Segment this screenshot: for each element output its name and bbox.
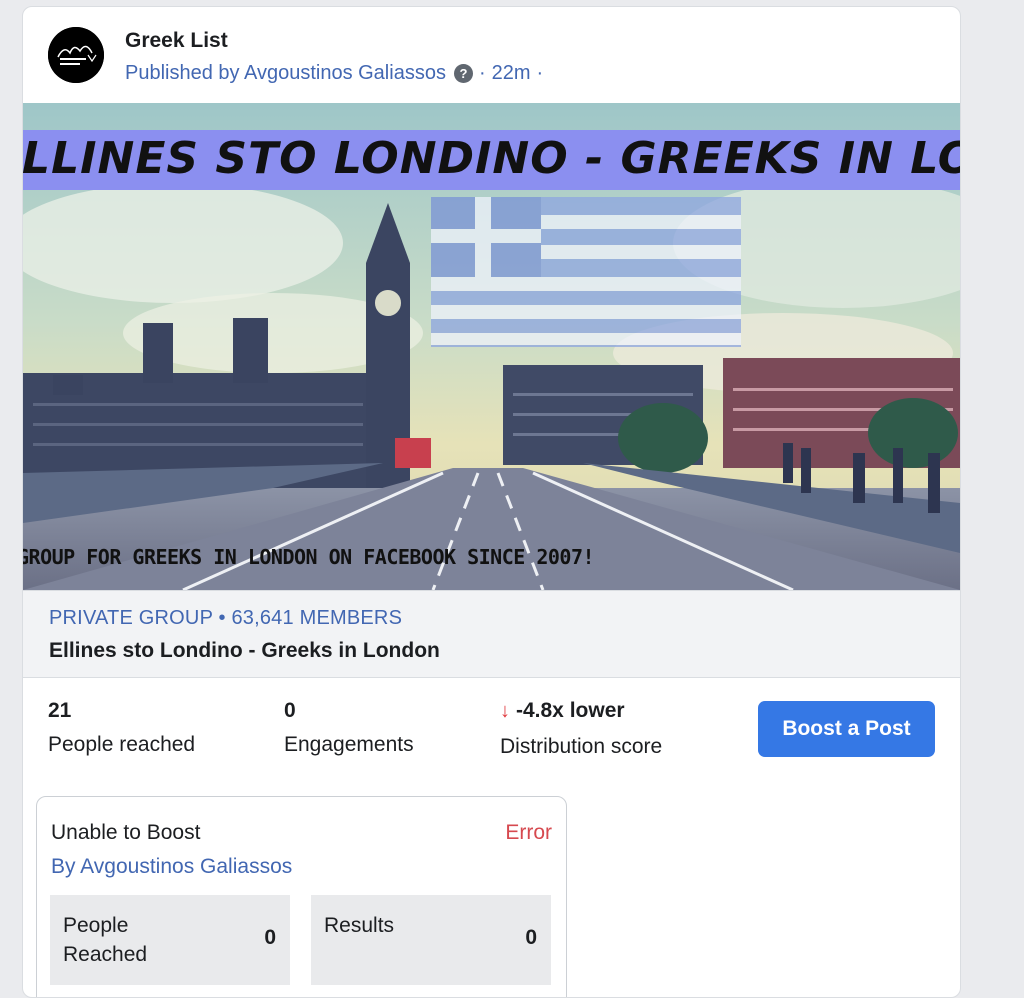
stat-distribution: ↓ -4.8x lower Distribution score xyxy=(500,699,662,759)
stat-people-reached: 21 People reached xyxy=(48,699,195,757)
link-preview[interactable]: PRIVATE GROUP • 63,641 MEMBERS Ellines s… xyxy=(23,590,960,678)
group-info: PRIVATE GROUP • 63,641 MEMBERS xyxy=(49,607,403,629)
people-reached-value: 21 xyxy=(48,699,72,722)
banner-caption: GROUP FOR GREEKS IN LONDON ON FACEBOOK S… xyxy=(23,545,595,569)
results-metric: Results 0 xyxy=(311,895,551,985)
banner-title: ELLINES STO LONDINO - GREEKS IN LONDON xyxy=(23,133,960,184)
metric-results-label: Results xyxy=(324,914,395,937)
banner-image[interactable]: ELLINES STO LONDINO - GREEKS IN LONDON G… xyxy=(23,103,960,590)
distribution-label: Distribution score xyxy=(500,735,663,758)
meta-separator-2: · xyxy=(536,62,544,84)
post-header: Greek List Published by Avgoustinos Gali… xyxy=(23,7,960,103)
page-name[interactable]: Greek List xyxy=(125,29,228,53)
arrow-down-icon: ↓ xyxy=(500,700,510,722)
post-meta: Published by Avgoustinos Galiassos ? · 2… xyxy=(125,62,543,85)
page-avatar[interactable] xyxy=(48,27,104,83)
distribution-value: -4.8x lower xyxy=(516,699,625,722)
boost-status-author[interactable]: By Avgoustinos Galiassos xyxy=(51,855,292,879)
boost-status-card[interactable]: Unable to Boost Error By Avgoustinos Gal… xyxy=(36,796,567,997)
boost-status-title: Unable to Boost xyxy=(51,821,201,844)
stat-engagements: 0 Engagements xyxy=(284,699,414,757)
boost-status-error: Error xyxy=(505,821,552,844)
published-by[interactable]: Published by Avgoustinos Galiassos xyxy=(125,62,446,85)
metric-results-value: 0 xyxy=(525,926,537,949)
greek-list-logo-icon xyxy=(48,27,104,83)
people-reached-metric: People Reached 0 xyxy=(50,895,290,985)
metric-people-reached-value: 0 xyxy=(264,926,276,949)
group-title[interactable]: Ellines sto Londino - Greeks in London xyxy=(49,639,440,663)
engagements-value: 0 xyxy=(284,699,296,722)
meta-separator: · xyxy=(478,62,486,84)
post-card: Greek List Published by Avgoustinos Gali… xyxy=(22,6,961,998)
people-reached-label: People reached xyxy=(48,733,196,756)
help-icon[interactable]: ? xyxy=(453,64,473,83)
boost-post-button[interactable]: Boost a Post xyxy=(758,701,935,757)
metric-people-reached-label: People Reached xyxy=(63,914,148,966)
post-time[interactable]: 22m xyxy=(492,62,531,85)
banner-title-band: ELLINES STO LONDINO - GREEKS IN LONDON xyxy=(23,130,960,190)
engagements-label: Engagements xyxy=(284,733,414,756)
